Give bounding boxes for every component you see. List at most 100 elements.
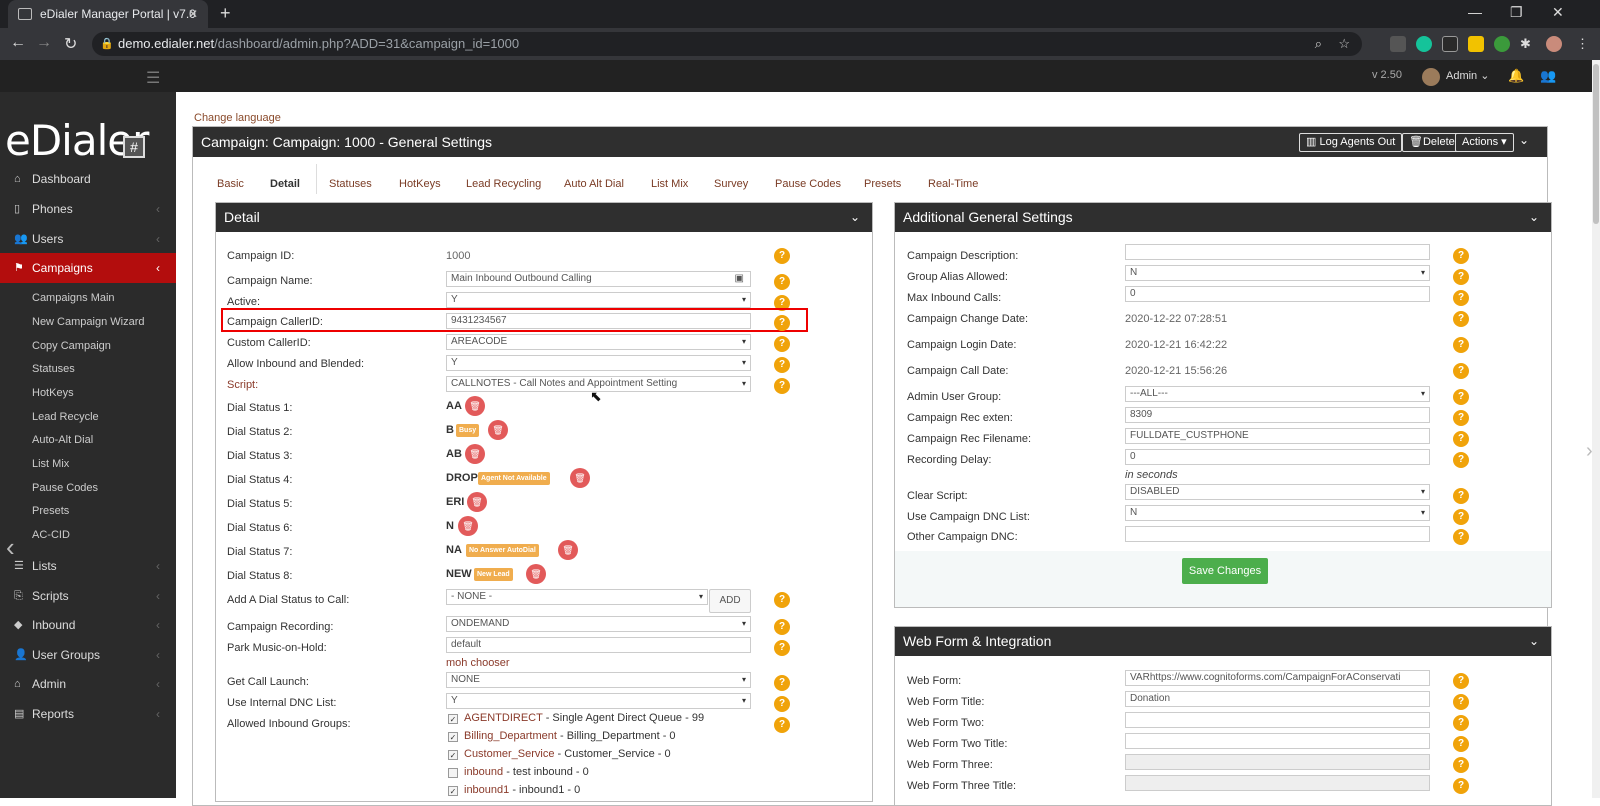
collapse-chevron-icon[interactable]: ⌄	[1529, 203, 1539, 232]
tab-list-mix[interactable]: List Mix	[651, 178, 688, 190]
campaign-dnc-list-select[interactable]: N	[1125, 505, 1430, 521]
browser-tab[interactable]: eDialer Manager Portal | v7.0 ✕	[8, 0, 208, 28]
help-icon[interactable]: ?	[1453, 311, 1469, 327]
tab-detail[interactable]: Detail	[270, 178, 300, 190]
sidebar-subitem-lead-recycle[interactable]: Lead Recycle	[32, 411, 99, 423]
change-language-link[interactable]: Change language	[194, 112, 281, 124]
history-extension-icon[interactable]	[1390, 36, 1406, 52]
rec-exten-input[interactable]: 8309	[1125, 407, 1430, 423]
help-icon[interactable]: ?	[1453, 431, 1469, 447]
bell-icon[interactable]: 🔔	[1508, 68, 1524, 84]
allow-inbound-select[interactable]: Y	[446, 355, 751, 371]
max-inbound-input[interactable]: 0	[1125, 286, 1430, 302]
script-label[interactable]: Script:	[227, 379, 258, 391]
menu-kebab-icon[interactable]: ⋮	[1576, 36, 1592, 52]
help-icon[interactable]: ?	[1453, 389, 1469, 405]
scrollbar-thumb[interactable]	[1593, 64, 1599, 224]
help-icon[interactable]: ?	[774, 717, 790, 733]
help-icon[interactable]: ?	[774, 378, 790, 394]
web-form-three-input[interactable]	[1125, 754, 1430, 770]
sidebar-subitem-presets[interactable]: Presets	[32, 505, 69, 517]
collapse-chevron-icon[interactable]: ⌄	[1519, 133, 1529, 147]
sidebar-subitem-hotkeys[interactable]: HotKeys	[32, 387, 74, 399]
help-icon[interactable]: ?	[774, 675, 790, 691]
sidebar-subitem-campaigns-main[interactable]: Campaigns Main	[32, 292, 115, 304]
sidebar-subitem-auto-alt-dial[interactable]: Auto-Alt Dial	[32, 434, 93, 446]
log-agents-out-button[interactable]: ▥ Log Agents Out	[1299, 133, 1403, 152]
tab-lead-recycling[interactable]: Lead Recycling	[466, 178, 541, 190]
sidebar-item-admin[interactable]: ⌂ Admin ‹	[0, 669, 176, 699]
delete-button[interactable]: 🗑Delete	[1402, 133, 1462, 152]
k-extension-icon[interactable]	[1442, 36, 1458, 52]
help-icon[interactable]: ?	[1453, 290, 1469, 306]
park-music-input[interactable]: default	[446, 637, 751, 653]
trash-icon[interactable]: 🗑	[488, 420, 508, 440]
help-icon[interactable]: ?	[1453, 736, 1469, 752]
help-icon[interactable]: ?	[774, 336, 790, 352]
page-scrollbar[interactable]	[1592, 60, 1600, 798]
add-dial-status-select[interactable]: - NONE -	[446, 589, 708, 605]
trash-icon[interactable]: 🗑	[465, 444, 485, 464]
campaign-recording-select[interactable]: ONDEMAND	[446, 616, 751, 632]
minimize-icon[interactable]: —	[1468, 4, 1482, 20]
carousel-left-arrow-icon[interactable]: ‹	[6, 532, 15, 563]
sidebar-subitem-ac-cid[interactable]: AC-CID	[32, 529, 70, 541]
add-button[interactable]: ADD	[709, 589, 751, 613]
close-tab-icon[interactable]: ✕	[188, 0, 198, 28]
help-icon[interactable]: ?	[1453, 757, 1469, 773]
get-call-launch-select[interactable]: NONE	[446, 672, 751, 688]
help-icon[interactable]: ?	[1453, 269, 1469, 285]
recording-delay-input[interactable]: 0	[1125, 449, 1430, 465]
sidebar-item-scripts[interactable]: ⎘ Scripts ‹	[0, 581, 176, 611]
web-form-two-title-input[interactable]	[1125, 733, 1430, 749]
help-icon[interactable]: ?	[774, 274, 790, 290]
zoom-icon[interactable]: ⌕	[1315, 32, 1322, 56]
help-icon[interactable]: ?	[1453, 248, 1469, 264]
trash-icon[interactable]: 🗑	[526, 564, 546, 584]
web-form-three-title-input[interactable]	[1125, 775, 1430, 791]
sidebar-item-phones[interactable]: ▯ Phones ‹	[0, 194, 176, 224]
help-icon[interactable]: ?	[1453, 509, 1469, 525]
checkbox[interactable]: ✓	[448, 732, 458, 742]
help-icon[interactable]: ?	[774, 696, 790, 712]
sidebar-subitem-new-campaign-wizard[interactable]: New Campaign Wizard	[32, 316, 144, 328]
help-icon[interactable]: ?	[1453, 715, 1469, 731]
collapse-chevron-icon[interactable]: ⌄	[1529, 627, 1539, 656]
internal-dnc-select[interactable]: Y	[446, 693, 751, 709]
sidebar-item-inbound[interactable]: ◆ Inbound ‹	[0, 610, 176, 640]
profile-avatar-icon[interactable]	[1546, 36, 1562, 52]
users-group-icon[interactable]: 👥	[1540, 68, 1556, 84]
reload-icon[interactable]: ↻	[64, 34, 77, 54]
help-icon[interactable]: ?	[774, 640, 790, 656]
sidebar-subitem-list-mix[interactable]: List Mix	[32, 458, 69, 470]
close-window-icon[interactable]: ✕	[1552, 4, 1564, 21]
web-form-title-input[interactable]: Donation	[1125, 691, 1430, 707]
save-changes-button[interactable]: Save Changes	[1182, 558, 1268, 584]
trash-icon[interactable]: 🗑	[570, 468, 590, 488]
tab-pause-codes[interactable]: Pause Codes	[775, 178, 841, 190]
sidebar-item-campaigns[interactable]: ⚑ Campaigns ‹	[0, 253, 176, 283]
web-form-input[interactable]: VARhttps://www.cognitoforms.com/Campaign…	[1125, 670, 1430, 686]
group-alias-select[interactable]: N	[1125, 265, 1430, 281]
user-menu[interactable]: Admin ⌄	[1446, 69, 1489, 82]
help-icon[interactable]: ?	[774, 248, 790, 264]
grammarly-icon[interactable]	[1416, 36, 1432, 52]
restore-icon[interactable]: ❐	[1510, 4, 1523, 21]
help-icon[interactable]: ?	[1453, 337, 1469, 353]
help-icon[interactable]: ?	[1453, 529, 1469, 545]
help-icon[interactable]: ?	[1453, 488, 1469, 504]
help-icon[interactable]: ?	[1453, 778, 1469, 794]
tab-auto-alt-dial[interactable]: Auto Alt Dial	[564, 178, 624, 190]
tab-survey[interactable]: Survey	[714, 178, 748, 190]
trash-icon[interactable]: 🗑	[467, 492, 487, 512]
trash-icon[interactable]: 🗑	[465, 396, 485, 416]
tab-presets[interactable]: Presets	[864, 178, 901, 190]
clear-script-select[interactable]: DISABLED	[1125, 484, 1430, 500]
checkbox[interactable]: ✓	[448, 750, 458, 760]
sidebar-subitem-copy-campaign[interactable]: Copy Campaign	[32, 340, 111, 352]
back-icon[interactable]: ←	[10, 34, 26, 52]
note-extension-icon[interactable]	[1468, 36, 1484, 52]
sidebar-subitem-pause-codes[interactable]: Pause Codes	[32, 482, 98, 494]
puzzle-extensions-icon[interactable]: ✱	[1520, 36, 1536, 52]
moh-chooser-link[interactable]: moh chooser	[446, 657, 510, 669]
